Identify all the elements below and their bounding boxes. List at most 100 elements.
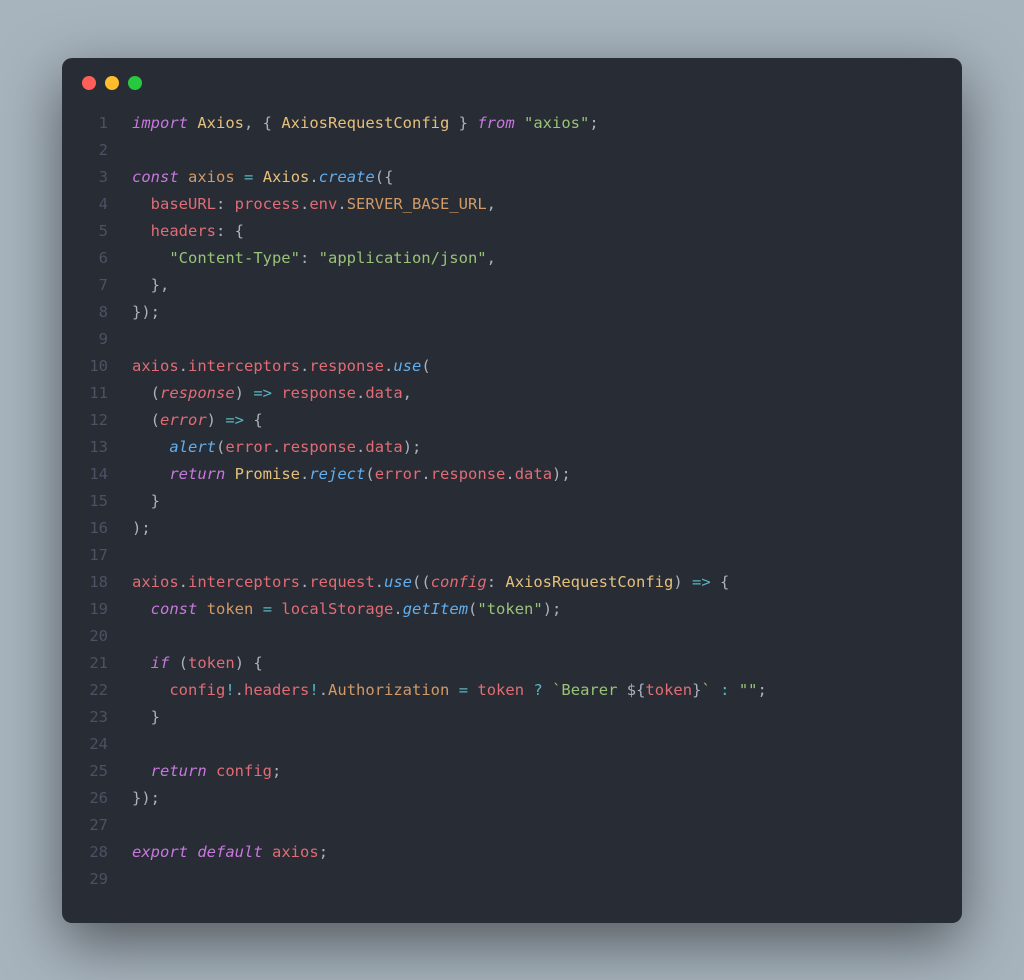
minimize-icon[interactable] [105,76,119,90]
token-punc: ( [169,654,188,672]
line-source[interactable]: const token = localStorage.getItem("toke… [132,596,561,623]
code-line[interactable]: 25 return config; [62,758,962,785]
token-fnit: use [384,573,412,591]
code-line[interactable]: 12 (error) => { [62,407,962,434]
token-punc: ( [216,438,225,456]
line-source[interactable]: "Content-Type": "application/json", [132,245,496,272]
token-param: error [160,411,207,429]
token-op: ! [225,681,234,699]
line-number: 28 [62,839,132,866]
line-number: 9 [62,326,132,353]
code-line[interactable]: 23 } [62,704,962,731]
line-source[interactable]: return config; [132,758,281,785]
line-source[interactable]: if (token) { [132,650,263,677]
code-line[interactable]: 10axios.interceptors.response.use( [62,353,962,380]
code-line[interactable]: 28export default axios; [62,839,962,866]
token-id: axios [272,843,319,861]
line-source[interactable]: } [132,704,160,731]
code-line[interactable]: 5 headers: { [62,218,962,245]
line-source[interactable]: headers: { [132,218,244,245]
code-line[interactable]: 11 (response) => response.data, [62,380,962,407]
line-number: 14 [62,461,132,488]
line-source[interactable]: (response) => response.data, [132,380,412,407]
line-source[interactable]: } [132,488,160,515]
close-icon[interactable] [82,76,96,90]
code-line[interactable]: 2 [62,137,962,164]
line-number: 2 [62,137,132,164]
line-number: 1 [62,110,132,137]
token-punc: . [337,195,346,213]
token-cls: AxiosRequestConfig [281,114,449,132]
line-source[interactable]: }); [132,785,160,812]
token-prop: headers [151,222,216,240]
code-line[interactable]: 20 [62,623,962,650]
token-fnit: getItem [403,600,468,618]
token-punc: ( [468,600,477,618]
code-line[interactable]: 3const axios = Axios.create({ [62,164,962,191]
code-line[interactable]: 14 return Promise.reject(error.response.… [62,461,962,488]
token-punc: , [403,384,412,402]
code-line[interactable]: 18axios.interceptors.request.use((config… [62,569,962,596]
line-number: 20 [62,623,132,650]
code-line[interactable]: 13 alert(error.response.data); [62,434,962,461]
line-source[interactable]: baseURL: process.env.SERVER_BASE_URL, [132,191,496,218]
zoom-icon[interactable] [128,76,142,90]
code-line[interactable]: 17 [62,542,962,569]
token-punc: . [300,357,309,375]
code-line[interactable]: 1import Axios, { AxiosRequestConfig } fr… [62,110,962,137]
token-id: headers [244,681,309,699]
code-window: 1import Axios, { AxiosRequestConfig } fr… [62,58,962,923]
token-punc [132,222,151,240]
token-punc: }); [132,789,160,807]
token-punc: . [179,573,188,591]
line-source[interactable]: axios.interceptors.request.use((config: … [132,569,729,596]
code-line[interactable]: 4 baseURL: process.env.SERVER_BASE_URL, [62,191,962,218]
line-number: 6 [62,245,132,272]
code-line[interactable]: 29 [62,866,962,893]
code-line[interactable]: 8}); [62,299,962,326]
line-source[interactable]: const axios = Axios.create({ [132,164,393,191]
token-punc [711,681,720,699]
token-id: axios [132,357,179,375]
line-source[interactable]: alert(error.response.data); [132,434,421,461]
code-line[interactable]: 21 if (token) { [62,650,962,677]
line-source[interactable]: ); [132,515,151,542]
line-source[interactable]: return Promise.reject(error.response.dat… [132,461,571,488]
code-line[interactable]: 9 [62,326,962,353]
token-punc [132,654,151,672]
code-line[interactable]: 24 [62,731,962,758]
token-punc [132,681,169,699]
token-punc [263,843,272,861]
token-fnit: reject [309,465,365,483]
code-editor[interactable]: 1import Axios, { AxiosRequestConfig } fr… [62,100,962,923]
code-line[interactable]: 27 [62,812,962,839]
token-id: error [225,438,272,456]
line-source[interactable]: (error) => { [132,407,263,434]
code-line[interactable]: 6 "Content-Type": "application/json", [62,245,962,272]
token-punc [188,843,197,861]
token-punc: . [505,465,514,483]
token-id: data [365,438,402,456]
token-op: ? [533,681,542,699]
code-line[interactable]: 16); [62,515,962,542]
token-punc: . [393,600,402,618]
token-punc: ( [421,357,430,375]
line-source[interactable]: }, [132,272,169,299]
token-punc: , { [244,114,281,132]
line-source[interactable]: }); [132,299,160,326]
token-punc: : [300,249,319,267]
line-source[interactable]: import Axios, { AxiosRequestConfig } fro… [132,110,599,137]
code-line[interactable]: 19 const token = localStorage.getItem("t… [62,596,962,623]
line-source[interactable]: config!.headers!.Authorization = token ?… [132,677,767,704]
token-id: request [309,573,374,591]
code-line[interactable]: 26}); [62,785,962,812]
token-punc [253,168,262,186]
line-source[interactable]: export default axios; [132,839,328,866]
line-source[interactable]: axios.interceptors.response.use( [132,353,431,380]
token-id: token [188,654,235,672]
code-line[interactable]: 15 } [62,488,962,515]
token-id: axios [132,573,179,591]
code-line[interactable]: 7 }, [62,272,962,299]
code-line[interactable]: 22 config!.headers!.Authorization = toke… [62,677,962,704]
token-punc: . [319,681,328,699]
